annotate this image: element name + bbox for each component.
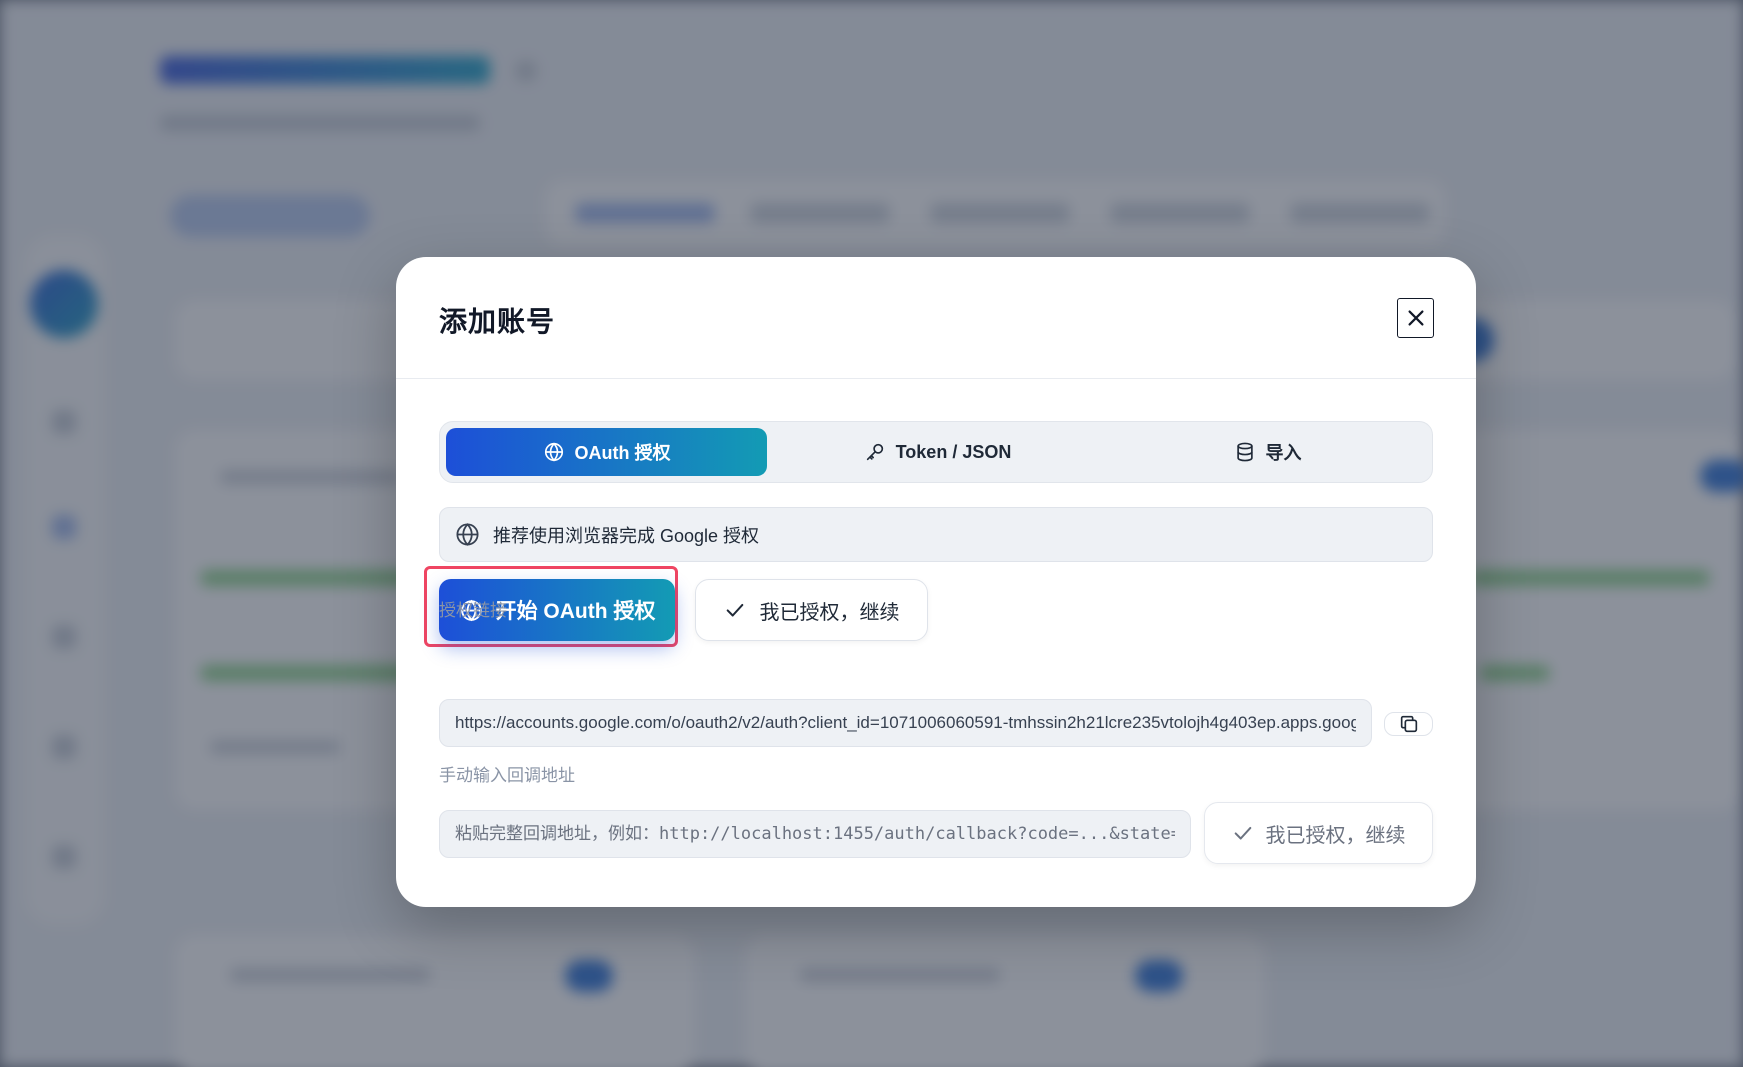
submit-callback-label: 我已授权，继续: [1265, 824, 1406, 847]
continue-label: 我已授权，继续: [759, 601, 900, 624]
tab-import-label: 导入: [1265, 443, 1302, 463]
oauth-notice: 推荐使用浏览器完成 Google 授权: [439, 507, 1433, 562]
check-icon: [1234, 826, 1251, 840]
tab-import[interactable]: 导入: [1107, 428, 1428, 476]
continue-button[interactable]: 我已授权，继续: [695, 579, 928, 641]
check-icon: [726, 603, 743, 617]
callback-url-input[interactable]: [439, 810, 1191, 858]
copy-link-button[interactable]: [1384, 712, 1433, 736]
submit-callback-button[interactable]: 我已授权，继续: [1204, 802, 1433, 864]
close-button[interactable]: [1397, 298, 1434, 338]
globe-icon: [544, 442, 563, 462]
tab-oauth-label: OAuth 授权: [574, 443, 671, 463]
auth-link-label: 授权链接: [439, 601, 507, 620]
add-account-dialog: 添加账号 OAuth 授权 Token / JSON 导入 推荐使用浏览器完成 …: [396, 257, 1476, 907]
close-icon: [1407, 310, 1424, 326]
copy-icon: [1400, 715, 1417, 733]
start-oauth-label: 开始 OAuth 授权: [495, 600, 656, 623]
dialog-header: 添加账号: [396, 257, 1476, 379]
key-icon: [866, 443, 883, 461]
tab-token-json[interactable]: Token / JSON: [777, 428, 1098, 476]
callback-label: 手动输入回调地址: [439, 766, 575, 785]
notice-text: 推荐使用浏览器完成 Google 授权: [493, 525, 760, 546]
tab-oauth[interactable]: OAuth 授权: [446, 428, 767, 476]
tab-token-json-label: Token / JSON: [895, 441, 1012, 462]
auth-link-field[interactable]: [439, 699, 1372, 747]
auth-method-tabs: OAuth 授权 Token / JSON 导入: [439, 421, 1433, 483]
dialog-title: 添加账号: [439, 306, 556, 337]
database-icon: [1236, 442, 1253, 462]
globe-icon: [456, 523, 479, 546]
